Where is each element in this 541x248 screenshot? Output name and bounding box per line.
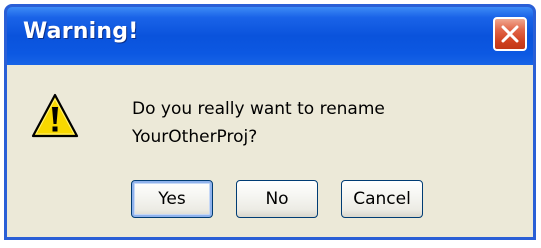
title-bar[interactable]: Warning! bbox=[7, 7, 533, 65]
message-line-2: YourOtherProj? bbox=[132, 127, 258, 147]
message-line-1: Do you really want to rename bbox=[132, 99, 385, 119]
close-icon bbox=[501, 25, 519, 43]
yes-button[interactable]: Yes bbox=[131, 180, 213, 218]
dialog-message: Do you really want to rename YourOtherPr… bbox=[132, 95, 522, 151]
close-button[interactable] bbox=[493, 17, 527, 51]
warning-dialog: Warning! Do you really want to rename Yo… bbox=[4, 4, 536, 240]
warning-icon bbox=[31, 93, 79, 138]
cancel-button[interactable]: Cancel bbox=[341, 180, 423, 218]
dialog-title: Warning! bbox=[23, 19, 139, 44]
no-button[interactable]: No bbox=[236, 180, 318, 218]
dialog-body: Do you really want to rename YourOtherPr… bbox=[7, 65, 533, 237]
